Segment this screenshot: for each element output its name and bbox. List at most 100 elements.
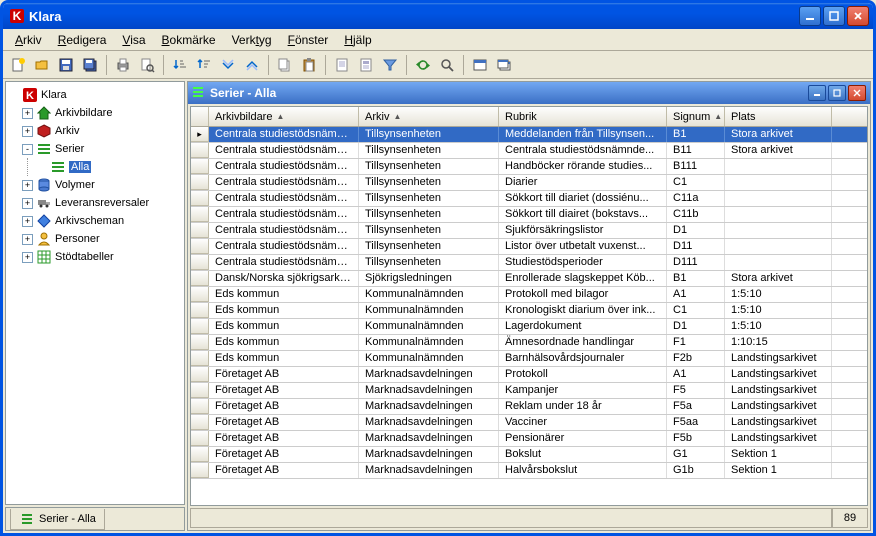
inner-titlebar[interactable]: Serier - Alla [188,82,870,104]
plus-icon[interactable]: + [22,198,33,209]
tree-item[interactable]: -Serier [22,140,182,158]
table-row[interactable]: Företaget ABMarknadsavdelningenHalvårsbo… [191,463,867,479]
row-handle[interactable] [191,239,209,254]
filter-icon[interactable] [379,54,401,76]
tree-item[interactable]: +Stödtabeller [22,248,182,266]
menu-fonster[interactable]: Fönster [280,31,337,49]
window1-icon[interactable] [469,54,491,76]
minimize-button[interactable] [799,6,821,26]
column-header-plats[interactable]: Plats [725,107,832,126]
row-handle[interactable] [191,319,209,334]
table-row[interactable]: Företaget ABMarknadsavdelningenReklam un… [191,399,867,415]
grid-corner[interactable] [191,107,209,126]
row-handle[interactable] [191,271,209,286]
table-row[interactable]: Centrala studiestödsnämndenTillsynsenhet… [191,255,867,271]
row-handle[interactable] [191,335,209,350]
plus-icon[interactable]: + [22,234,33,245]
minus-icon[interactable]: - [22,144,33,155]
new-icon[interactable] [7,54,29,76]
expand-icon[interactable] [241,54,263,76]
tree-item[interactable]: +Personer [22,230,182,248]
table-row[interactable]: Eds kommunKommunalnämndenLagerdokumentD1… [191,319,867,335]
menu-visa[interactable]: Visa [114,31,153,49]
table-row[interactable]: Centrala studiestödsnämndenTillsynsenhet… [191,207,867,223]
table-row[interactable]: Centrala studiestödsnämndenTillsynsenhet… [191,143,867,159]
paste-icon[interactable] [298,54,320,76]
tree-item[interactable]: +Arkiv [22,122,182,140]
tree-item[interactable]: +Leveransreversaler [22,194,182,212]
bottom-tab[interactable]: Serier - Alla [10,509,105,530]
doc1-icon[interactable] [331,54,353,76]
table-row[interactable]: Företaget ABMarknadsavdelningenPensionär… [191,431,867,447]
print-icon[interactable] [112,54,134,76]
print-preview-icon[interactable] [136,54,158,76]
table-row[interactable]: Eds kommunKommunalnämndenProtokoll med b… [191,287,867,303]
save-icon[interactable] [55,54,77,76]
doc2-icon[interactable] [355,54,377,76]
tree-root[interactable]: K Klara [8,86,182,104]
titlebar[interactable]: K Klara [3,3,873,29]
table-row[interactable]: Eds kommunKommunalnämndenÄmnesordnade ha… [191,335,867,351]
table-row[interactable]: Centrala studiestödsnämndenTillsynsenhet… [191,239,867,255]
inner-minimize-button[interactable] [808,85,826,101]
inner-close-button[interactable] [848,85,866,101]
row-handle[interactable] [191,431,209,446]
row-handle[interactable] [191,159,209,174]
inner-maximize-button[interactable] [828,85,846,101]
table-row[interactable]: Företaget ABMarknadsavdelningenBokslutG1… [191,447,867,463]
table-row[interactable]: Företaget ABMarknadsavdelningenProtokoll… [191,367,867,383]
window2-icon[interactable] [493,54,515,76]
search-icon[interactable] [436,54,458,76]
tree-item[interactable]: +Arkivbildare [22,104,182,122]
row-handle[interactable] [191,463,209,478]
table-row[interactable]: Centrala studiestödsnämndenTillsynsenhet… [191,191,867,207]
row-handle[interactable] [191,175,209,190]
row-handle[interactable]: ▸ [191,127,209,142]
table-row[interactable]: Centrala studiestödsnämndenTillsynsenhet… [191,159,867,175]
row-handle[interactable] [191,367,209,382]
row-handle[interactable] [191,191,209,206]
column-header-arkivbildare[interactable]: Arkivbildare▲ [209,107,359,126]
row-handle[interactable] [191,415,209,430]
tree-item[interactable]: Alla [36,158,182,176]
plus-icon[interactable]: + [22,126,33,137]
table-row[interactable]: ▸Centrala studiestödsnämndenTillsynsenhe… [191,127,867,143]
grid-body[interactable]: ▸Centrala studiestödsnämndenTillsynsenhe… [191,127,867,505]
tree[interactable]: K Klara +Arkivbildare+Arkiv-SerierAlla+V… [5,81,185,505]
refresh-icon[interactable] [412,54,434,76]
column-header-rubrik[interactable]: Rubrik [499,107,667,126]
sort-asc-icon[interactable] [169,54,191,76]
column-header-arkiv[interactable]: Arkiv▲ [359,107,499,126]
table-row[interactable]: Företaget ABMarknadsavdelningenVaccinerF… [191,415,867,431]
plus-icon[interactable]: + [22,252,33,263]
row-handle[interactable] [191,287,209,302]
sort-desc-icon[interactable] [193,54,215,76]
row-handle[interactable] [191,383,209,398]
menu-verktyg[interactable]: Verktyg [224,31,280,49]
row-handle[interactable] [191,303,209,318]
close-button[interactable] [847,6,869,26]
data-grid[interactable]: Arkivbildare▲ Arkiv▲ Rubrik Signum▲ Plat… [190,106,868,506]
copy-icon[interactable] [274,54,296,76]
row-handle[interactable] [191,399,209,414]
table-row[interactable]: Företaget ABMarknadsavdelningenKampanjer… [191,383,867,399]
tree-item[interactable]: +Volymer [22,176,182,194]
table-row[interactable]: Centrala studiestödsnämndenTillsynsenhet… [191,175,867,191]
plus-icon[interactable]: + [22,216,33,227]
menu-bokmarke[interactable]: Bokmärke [154,31,224,49]
table-row[interactable]: Eds kommunKommunalnämndenKronologiskt di… [191,303,867,319]
plus-icon[interactable]: + [22,180,33,191]
menu-hjalp[interactable]: Hjälp [336,31,379,49]
tree-item[interactable]: +Arkivscheman [22,212,182,230]
menu-arkiv[interactable]: Arkiv [7,31,50,49]
row-handle[interactable] [191,143,209,158]
row-handle[interactable] [191,351,209,366]
save-all-icon[interactable] [79,54,101,76]
table-row[interactable]: Dansk/Norska sjökrigsarkivetSjökrigsledn… [191,271,867,287]
menu-redigera[interactable]: Redigera [50,31,115,49]
row-handle[interactable] [191,255,209,270]
collapse-icon[interactable] [217,54,239,76]
table-row[interactable]: Eds kommunKommunalnämndenBarnhälsovårdsj… [191,351,867,367]
maximize-button[interactable] [823,6,845,26]
open-icon[interactable] [31,54,53,76]
